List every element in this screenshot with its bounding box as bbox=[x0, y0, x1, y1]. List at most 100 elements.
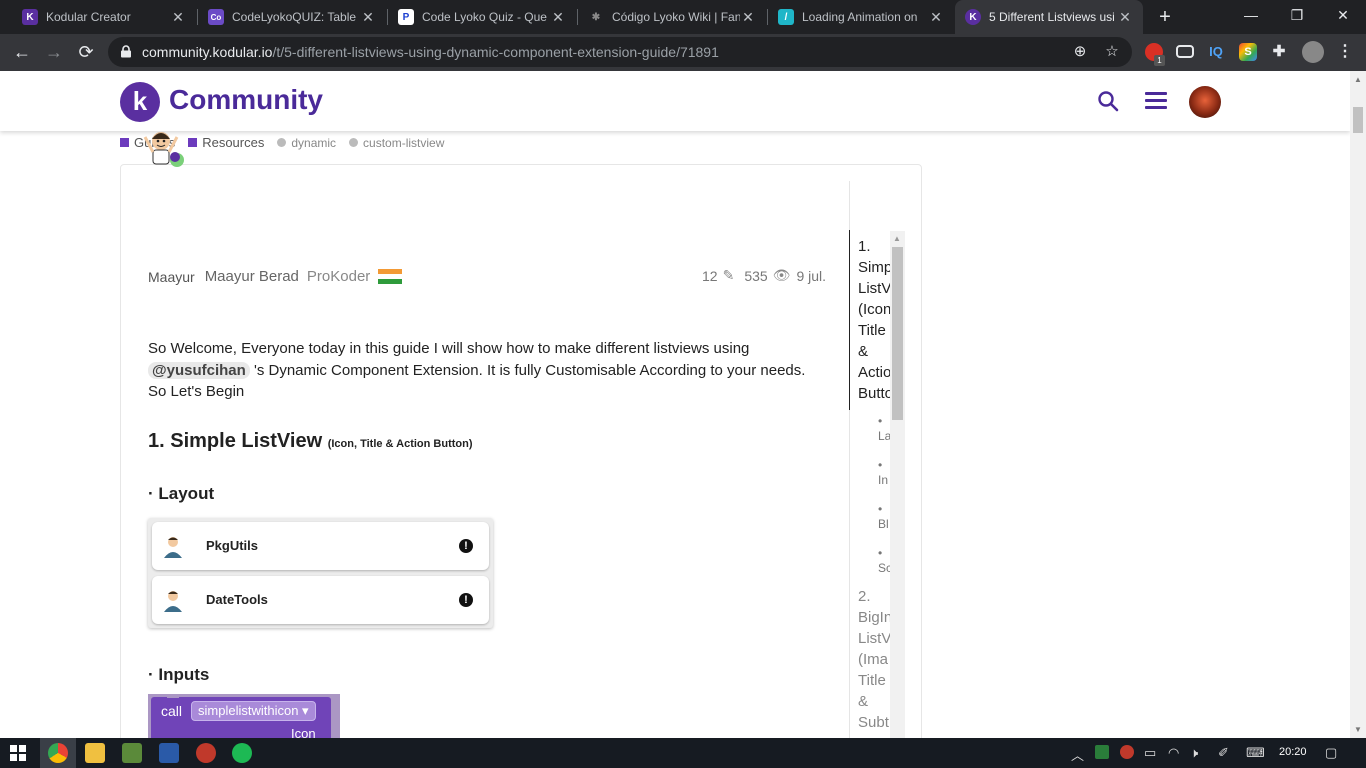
subheading-layout: · Layout bbox=[148, 484, 215, 503]
block-icon-socket: Icon bbox=[291, 726, 316, 738]
post-author-avatar[interactable] bbox=[139, 127, 191, 171]
user-mention-link[interactable]: @yusufcihan bbox=[148, 361, 250, 379]
tab-code-lyoko-quiz[interactable]: P Code Lyoko Quiz - Que ✕ bbox=[388, 0, 576, 34]
post-date[interactable]: 9 jul. bbox=[796, 268, 826, 284]
toc-subitem[interactable]: • In bbox=[878, 458, 890, 488]
address-bar[interactable]: community.kodular.io/t/5-different-listv… bbox=[108, 37, 1132, 67]
section-heading-simple-listview: 1. Simple ListView (Icon, Title & Action… bbox=[148, 430, 473, 452]
toc-subitem[interactable]: • La bbox=[878, 414, 890, 444]
puzzle-extensions-icon[interactable]: ✚ bbox=[1270, 43, 1288, 61]
hamburger-menu-icon[interactable] bbox=[1145, 92, 1167, 110]
block-dropdown: simplelistwithicon ▾ bbox=[191, 701, 316, 721]
toc-scrollbar[interactable]: ▲ bbox=[890, 231, 905, 738]
intro-line-3: So Let's Begin bbox=[148, 383, 245, 400]
tab-title: CodeLyokoQUIZ: Table bbox=[232, 10, 357, 24]
close-icon[interactable]: ✕ bbox=[360, 9, 376, 26]
app-icon[interactable] bbox=[159, 743, 179, 763]
tag-custom-listview[interactable]: custom-listview bbox=[349, 136, 444, 150]
page-viewport: k Community Guides Resources dynamic cus… bbox=[0, 71, 1350, 738]
minecraft-icon[interactable] bbox=[122, 743, 142, 763]
kodular-logo-icon[interactable]: k bbox=[120, 82, 160, 122]
windows-start-icon[interactable] bbox=[10, 745, 26, 761]
category-resources[interactable]: Resources bbox=[188, 135, 264, 150]
profile-avatar[interactable] bbox=[1302, 41, 1324, 63]
tab-title: Código Lyoko Wiki | Fan bbox=[612, 10, 740, 24]
site-logo-text[interactable]: Community bbox=[169, 84, 323, 116]
restore-icon[interactable]: ❐ bbox=[1274, 0, 1320, 34]
close-icon[interactable]: ✕ bbox=[740, 9, 756, 26]
chrome-icon[interactable] bbox=[48, 743, 68, 763]
wifi-icon[interactable]: ◠ bbox=[1168, 745, 1179, 761]
user-title: ProKoder bbox=[306, 268, 371, 285]
post-fullname[interactable]: Maayur Berad bbox=[205, 268, 299, 285]
reload-icon[interactable]: ⟳ bbox=[72, 38, 100, 66]
coda-favicon-icon: Co bbox=[208, 9, 224, 25]
tab-codigo-lyoko-wiki[interactable]: ✱ Código Lyoko Wiki | Fan ✕ bbox=[578, 0, 766, 34]
add-bookmark-plus-icon[interactable]: ⊕ bbox=[1070, 42, 1090, 62]
tab-kodular-creator[interactable]: K Kodular Creator ✕ bbox=[12, 0, 196, 34]
tab-title: Kodular Creator bbox=[46, 10, 131, 24]
taskbar-clock[interactable]: 20:20 bbox=[1279, 746, 1307, 758]
list-item-title: PkgUtils bbox=[206, 538, 259, 553]
person-avatar-icon bbox=[164, 537, 182, 558]
tab-title: 5 Different Listviews usi bbox=[989, 10, 1115, 24]
tab-loading-animation[interactable]: / Loading Animation on ✕ bbox=[768, 0, 954, 34]
exclamation-icon: ! bbox=[459, 593, 473, 607]
intro-line-1: So Welcome, Everyone today in this guide… bbox=[148, 340, 750, 357]
toc-subitem[interactable]: • Bl bbox=[878, 502, 890, 532]
codepen-favicon-icon: / bbox=[778, 9, 794, 25]
user-avatar[interactable] bbox=[1189, 86, 1221, 118]
minimize-icon[interactable]: — bbox=[1228, 0, 1274, 34]
listview-preview-image: PkgUtils ! DateTools ! bbox=[148, 518, 493, 628]
volume-icon[interactable]: 🕨 bbox=[1190, 745, 1198, 761]
window-close-icon[interactable]: ✕ bbox=[1320, 0, 1366, 34]
notifications-icon[interactable]: ▢ bbox=[1325, 745, 1337, 761]
tag-dynamic[interactable]: dynamic bbox=[277, 136, 336, 150]
edit-count[interactable]: 12 bbox=[702, 268, 718, 284]
pen-icon[interactable]: ✐ bbox=[1218, 745, 1229, 761]
toc-item-bigimage-listview[interactable]: 2. BigIn ListV (Ima Title & Subt bbox=[858, 586, 890, 733]
iq-extension-icon[interactable]: IQ bbox=[1207, 43, 1225, 61]
tab-codelyokoquiz[interactable]: Co CodeLyokoQUIZ: Table ✕ bbox=[198, 0, 386, 34]
pencil-icon[interactable]: ✎ bbox=[723, 267, 735, 284]
post-stats: 12 ✎ 535 👁 9 jul. bbox=[702, 267, 826, 284]
keyboard-icon[interactable]: ⌨ bbox=[1246, 745, 1265, 761]
browser-tabstrip: K Kodular Creator ✕ Co CodeLyokoQUIZ: Ta… bbox=[0, 0, 1366, 34]
tab-title: Code Lyoko Quiz - Que bbox=[422, 10, 547, 24]
toc-subitems: • La • In • Bl • Sc bbox=[858, 414, 890, 576]
lock-icon bbox=[121, 45, 131, 58]
new-tab-plus-icon[interactable]: + bbox=[1153, 5, 1177, 29]
close-icon[interactable]: ✕ bbox=[170, 9, 186, 26]
search-icon[interactable] bbox=[1096, 89, 1120, 113]
post-intro-text: So Welcome, Everyone today in this guide… bbox=[148, 338, 828, 403]
close-icon[interactable]: ✕ bbox=[1117, 9, 1133, 26]
tray-app-icon[interactable] bbox=[1120, 745, 1134, 759]
toc-subitem[interactable]: • Sc bbox=[878, 546, 890, 576]
toc-item-simple-listview[interactable]: 1. Simp ListV (Icon Title & Actio Butto bbox=[858, 236, 890, 404]
table-of-contents: 1. Simp ListV (Icon Title & Actio Butto … bbox=[858, 236, 890, 733]
file-explorer-icon[interactable] bbox=[85, 743, 105, 763]
tab-5-different-listviews[interactable]: K 5 Different Listviews usi ✕ bbox=[955, 0, 1143, 34]
p-favicon-icon: P bbox=[398, 9, 414, 25]
star-icon[interactable]: ☆ bbox=[1102, 42, 1122, 62]
forward-arrow-icon[interactable]: → bbox=[40, 38, 68, 66]
url-text: community.kodular.io/t/5-different-listv… bbox=[142, 44, 719, 60]
site-header: k Community bbox=[0, 71, 1350, 131]
kebab-menu-icon[interactable]: ⋮ bbox=[1336, 43, 1354, 61]
spotify-icon[interactable] bbox=[232, 743, 252, 763]
kodular-favicon-icon: K bbox=[965, 9, 981, 25]
post-username[interactable]: Maayur bbox=[148, 269, 195, 285]
kodular-favicon-icon: K bbox=[22, 9, 38, 25]
block-call-label: call bbox=[161, 703, 183, 719]
s-extension-icon[interactable]: S bbox=[1239, 43, 1257, 61]
security-shield-icon[interactable] bbox=[1095, 745, 1109, 759]
close-icon[interactable]: ✕ bbox=[550, 9, 566, 26]
page-scrollbar[interactable]: ▲ ▼ bbox=[1350, 71, 1366, 738]
close-icon[interactable]: ✕ bbox=[928, 9, 944, 26]
list-item: PkgUtils ! bbox=[152, 522, 489, 570]
back-arrow-icon[interactable]: ← bbox=[8, 38, 36, 66]
app-icon-red[interactable] bbox=[196, 743, 216, 763]
chevron-up-icon[interactable]: ︿ bbox=[1071, 745, 1084, 764]
media-extension-icon[interactable] bbox=[1176, 45, 1194, 58]
battery-icon[interactable]: ▭ bbox=[1144, 745, 1156, 761]
